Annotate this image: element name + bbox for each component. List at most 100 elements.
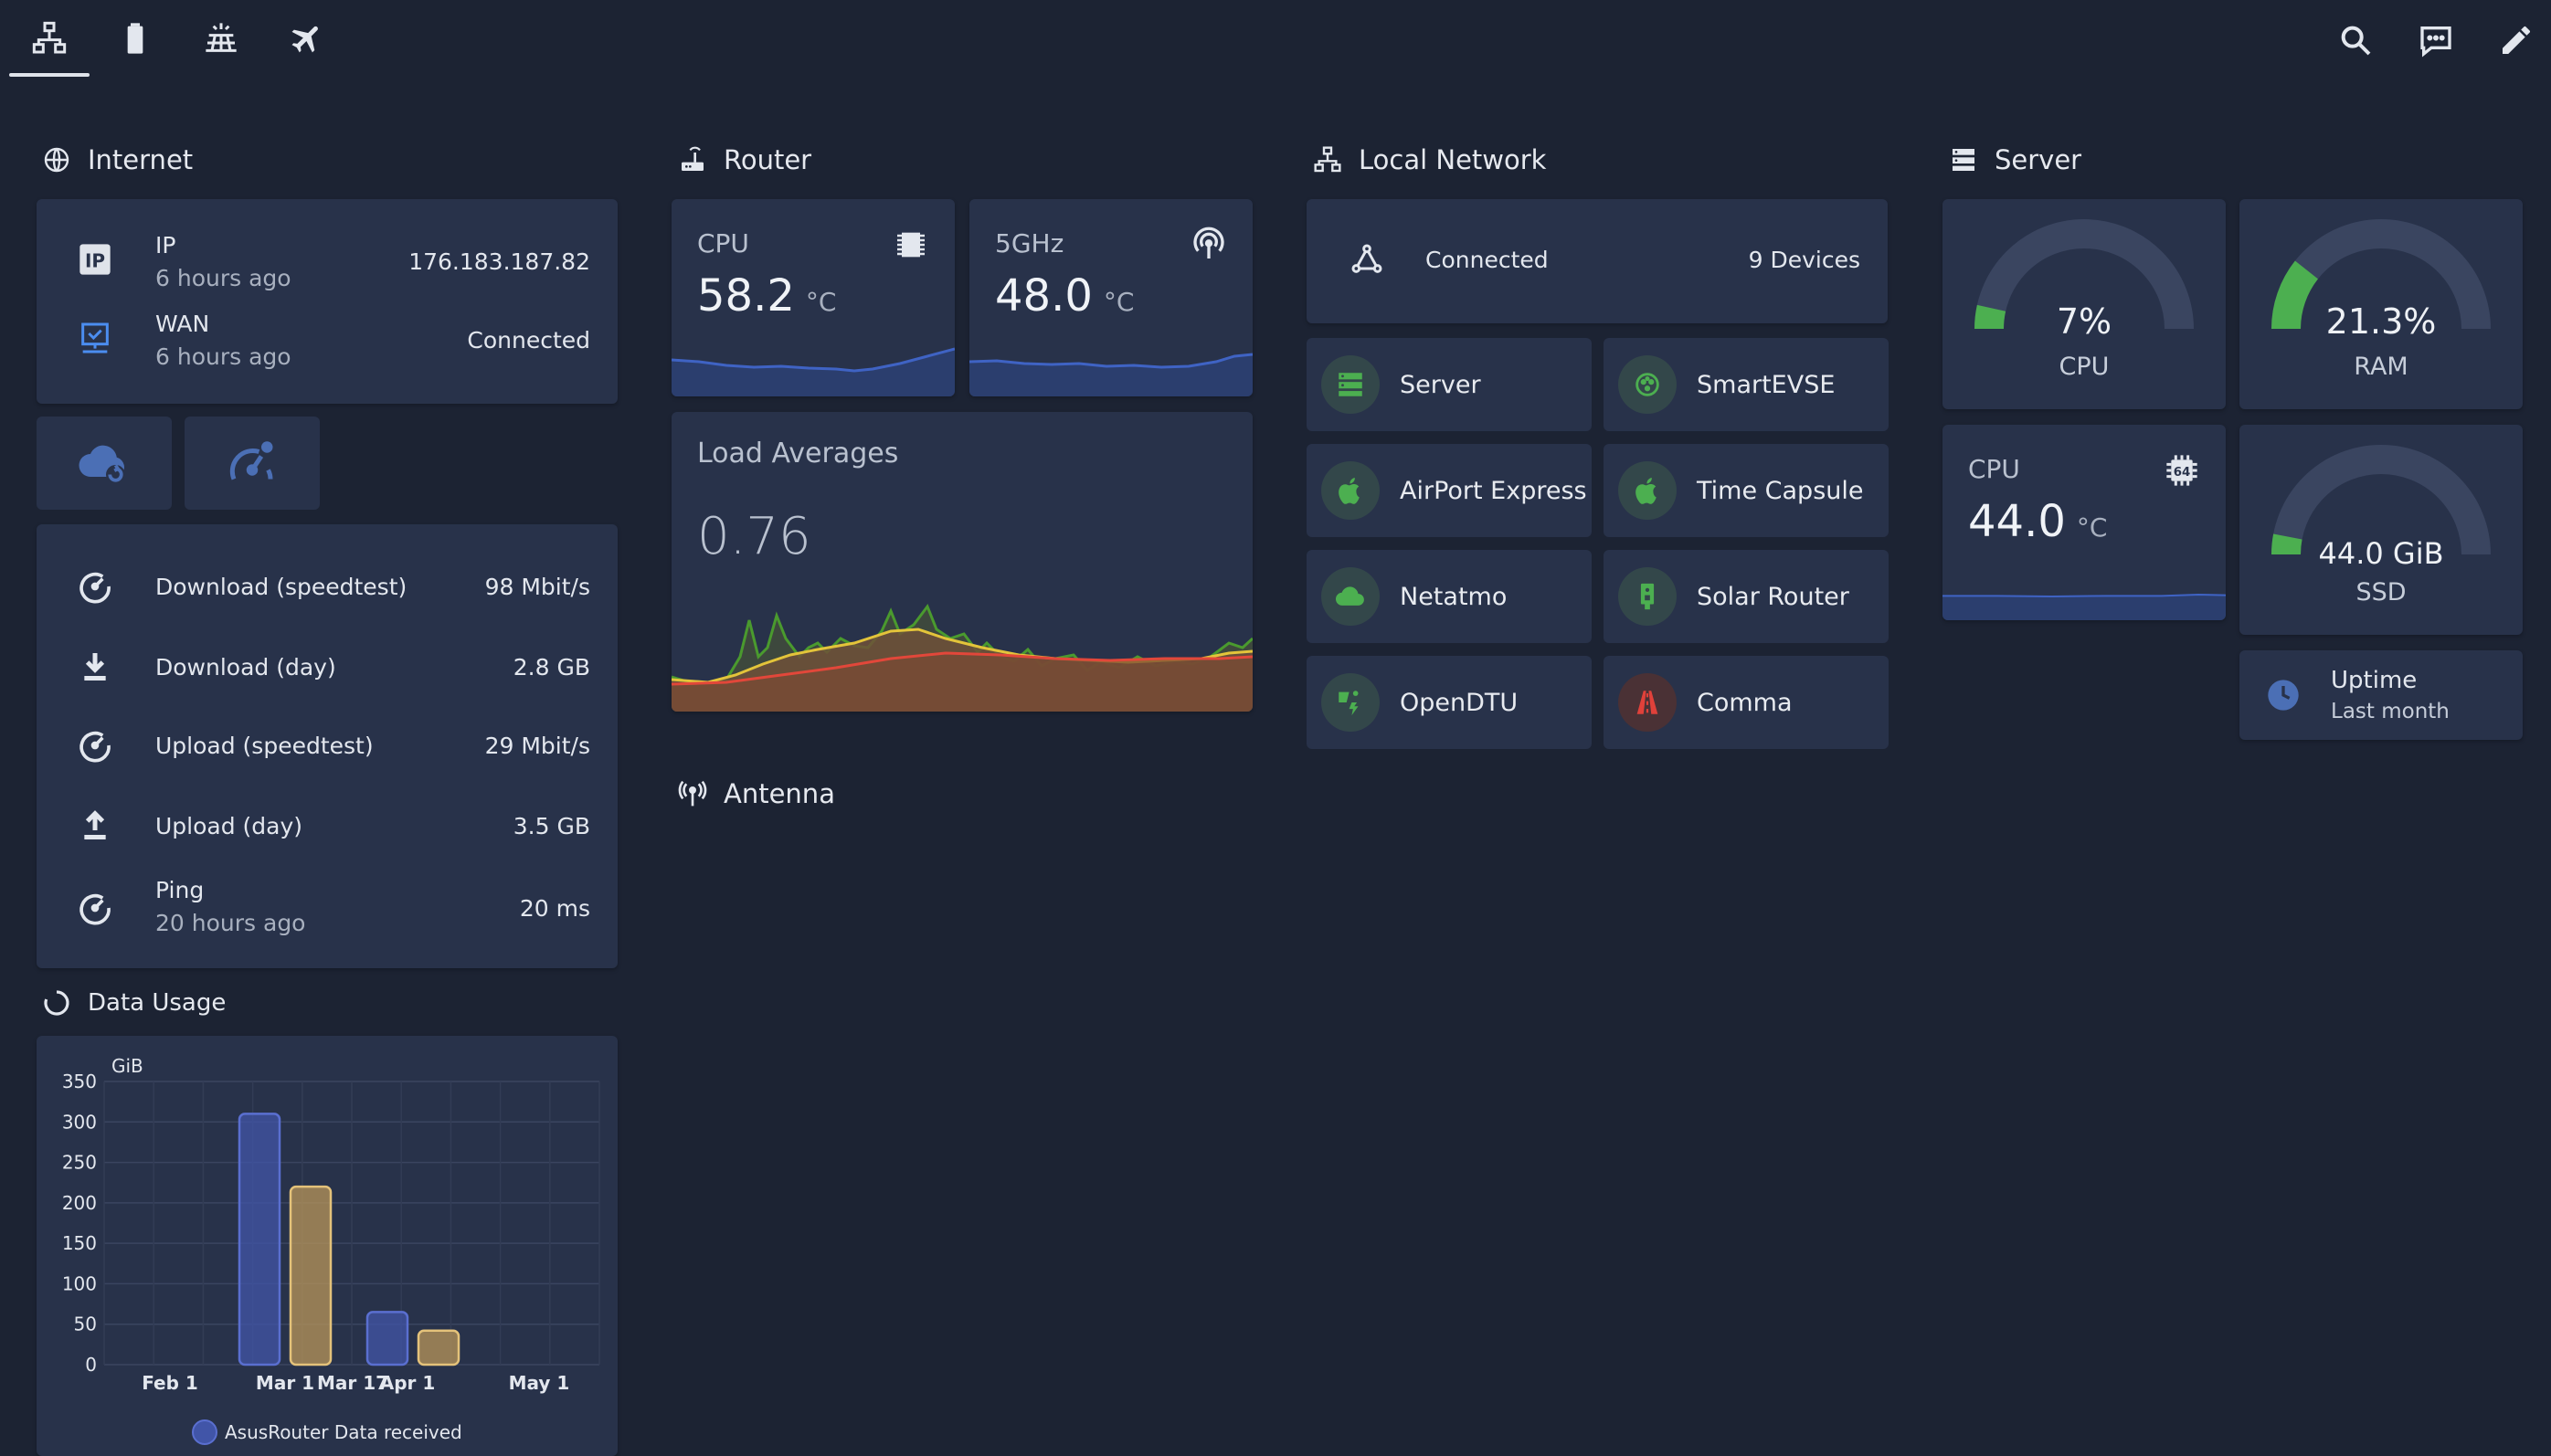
load-averages-card[interactable]: Load Averages 0.76	[672, 412, 1253, 712]
server-ram-gauge-card[interactable]: 21.3% RAM	[2239, 199, 2523, 409]
device-tile-label: Netatmo	[1400, 582, 1508, 611]
server-ssd-gauge-card[interactable]: 44.0 GiB SSD	[2239, 425, 2523, 635]
svg-text:64: 64	[2174, 466, 2191, 480]
data-usage-chart: GiB 350 300 250 200 150 100 50 0 Feb 1 Mar 1 Mar 17…	[62, 1055, 600, 1445]
device-tile-smartevse[interactable]: SmartEVSE	[1604, 338, 1889, 431]
gauge-label: SSD	[2355, 578, 2407, 607]
gauge-value: 21.3%	[2325, 301, 2437, 342]
device-count: 9 Devices	[1748, 247, 1860, 273]
load-value: 0.76	[697, 507, 811, 566]
server-icon	[1953, 149, 1974, 171]
antenna-icon	[1193, 227, 1224, 258]
stat-row-upload-speedtest[interactable]: Upload (speedtest) 29 Mbit/s	[37, 709, 618, 782]
y-tick-label: 100	[62, 1272, 97, 1294]
router-5ghz-sensor-card[interactable]: 5GHz 48.0 °C	[969, 199, 1253, 396]
data-usage-title: Data Usage	[88, 989, 227, 1017]
device-tile-label: Comma	[1697, 688, 1793, 717]
device-tile-label: Server	[1400, 370, 1481, 399]
solar-router-icon	[1618, 567, 1677, 626]
sensor-value-row: 44.0 °C	[1968, 496, 2107, 547]
server-title: Server	[1995, 144, 2082, 175]
uptime-name: Uptime	[2331, 667, 2418, 694]
device-tile-solar-router[interactable]: Solar Router	[1604, 550, 1889, 643]
stat-value: 29 Mbit/s	[484, 733, 590, 759]
connected-devices-card[interactable]: Connected 9 Devices	[1307, 199, 1888, 323]
uptime-card[interactable]: Uptime Last month	[2239, 650, 2523, 740]
device-hub-icon	[1351, 244, 1382, 273]
device-tile-netatmo[interactable]: Netatmo	[1307, 550, 1592, 643]
apple-icon	[1618, 461, 1677, 520]
clock-icon	[2268, 680, 2299, 711]
antenna-title: Antenna	[724, 778, 835, 809]
x-tick-label: Feb 1	[142, 1372, 198, 1394]
tab-battery[interactable]	[95, 0, 175, 77]
gauge-icon	[75, 725, 115, 765]
x-tick-label: Mar 1	[256, 1372, 314, 1394]
y-tick-label: 200	[62, 1192, 97, 1214]
search-button[interactable]	[2332, 16, 2379, 64]
device-tile-time-capsule[interactable]: Time Capsule	[1604, 444, 1889, 537]
stat-name: Ping	[155, 877, 205, 903]
tab-solar[interactable]	[181, 0, 261, 77]
server-cpu-gauge-card[interactable]: 7% CPU	[1942, 199, 2226, 409]
ev-plug-icon	[1618, 355, 1677, 414]
sensor-unit: °C	[805, 287, 837, 317]
radio-tower-icon	[678, 780, 707, 807]
stat-name: Download (day)	[155, 654, 336, 681]
tab-travel[interactable]	[267, 0, 347, 77]
stat-updated: 20 hours ago	[155, 910, 306, 936]
wan-icon	[75, 318, 115, 358]
server-cpu-temp-card[interactable]: CPU 64 44.0 °C	[1942, 425, 2226, 620]
router-title: Router	[724, 144, 812, 175]
stat-row-download-day[interactable]: Download (day) 2.8 GB	[37, 630, 618, 703]
stat-name: Upload (day)	[155, 813, 303, 839]
stat-row-upload-day[interactable]: Upload (day) 3.5 GB	[37, 789, 618, 862]
speedtest-button[interactable]	[185, 417, 320, 510]
ip-row[interactable]: IP IP 6 hours ago 176.183.187.82	[37, 227, 618, 300]
local-network-title: Local Network	[1359, 144, 1547, 175]
download-icon	[75, 647, 115, 687]
assist-button[interactable]	[2412, 16, 2460, 64]
cloud-sync-button[interactable]	[37, 417, 172, 510]
wifi-temp-sparkline	[969, 353, 1253, 396]
chart-bar	[289, 1185, 333, 1366]
router-cpu-sensor-card[interactable]: CPU 58.2 °C	[672, 199, 955, 396]
device-tile-airport-express[interactable]: AirPort Express	[1307, 444, 1592, 537]
stat-row-ping[interactable]: Ping 20 hours ago 20 ms	[37, 870, 618, 952]
chip-icon	[897, 232, 925, 258]
internet-entities-card: IP IP 6 hours ago 176.183.187.82 WAN 6 h…	[37, 199, 618, 404]
y-tick-label: 250	[62, 1152, 97, 1174]
internet-stats-card: Download (speedtest) 98 Mbit/s Download …	[37, 524, 618, 968]
stat-row-download-speedtest[interactable]: Download (speedtest) 98 Mbit/s	[37, 550, 618, 623]
top-toolbar	[0, 0, 2551, 80]
local-network-heading: Local Network	[1313, 144, 1546, 175]
y-tick-label: 0	[85, 1354, 97, 1376]
gauge-value: 44.0 GiB	[2318, 536, 2444, 571]
sensor-name: CPU	[1968, 454, 2020, 484]
ip-name: IP	[155, 232, 176, 258]
wan-value: Connected	[467, 327, 590, 353]
tab-network[interactable]	[9, 0, 90, 77]
x-tick-label: Apr 1	[380, 1372, 436, 1394]
data-usage-chart-card: GiB 350 300 250 200 150 100 50 0 Feb 1 Mar 1 Mar 17…	[37, 1036, 618, 1456]
y-tick-label: 50	[74, 1314, 97, 1335]
network-icon	[1314, 146, 1341, 173]
data-usage-heading: Data Usage	[42, 988, 226, 1018]
gauge-label: CPU	[2059, 353, 2110, 381]
x-tick-label: May 1	[509, 1372, 570, 1394]
chart-bar	[238, 1113, 281, 1366]
stat-name: Upload (speedtest)	[155, 733, 374, 759]
globe-icon	[44, 147, 69, 173]
road-icon	[1618, 673, 1677, 732]
device-tile-comma[interactable]: Comma	[1604, 656, 1889, 749]
sensor-name: 5GHz	[995, 228, 1064, 258]
edit-button[interactable]	[2493, 16, 2540, 64]
device-tile-opendtu[interactable]: OpenDTU	[1307, 656, 1592, 749]
internet-heading: Internet	[42, 144, 193, 175]
upload-icon	[75, 806, 115, 846]
chart-bar	[417, 1329, 460, 1366]
connected-label: Connected	[1425, 247, 1549, 273]
wan-row[interactable]: WAN 6 hours ago Connected	[37, 307, 618, 380]
device-tile-server[interactable]: Server	[1307, 338, 1592, 431]
network-icon	[32, 21, 67, 54]
